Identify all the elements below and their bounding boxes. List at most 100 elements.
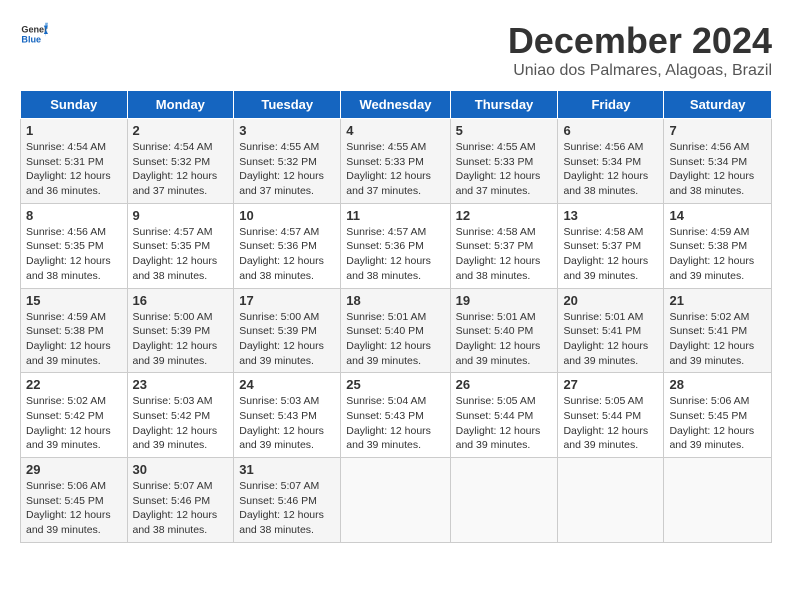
day-info: Sunrise: 4:57 AMSunset: 5:36 PMDaylight:… bbox=[346, 225, 444, 284]
day-info: Sunrise: 4:56 AMSunset: 5:34 PMDaylight:… bbox=[669, 140, 766, 199]
calendar-cell: 8 Sunrise: 4:56 AMSunset: 5:35 PMDaylight… bbox=[21, 203, 128, 288]
calendar-cell: 24 Sunrise: 5:03 AMSunset: 5:43 PMDayligh… bbox=[234, 373, 341, 458]
calendar-cell: 23Sunrise: 5:03 AMSunset: 5:42 PMDayligh… bbox=[127, 373, 234, 458]
calendar-cell: 25Sunrise: 5:04 AMSunset: 5:43 PMDayligh… bbox=[341, 373, 450, 458]
day-info: Sunrise: 4:59 AMSunset: 5:38 PMDaylight:… bbox=[26, 310, 122, 369]
day-number: 11 bbox=[346, 208, 444, 223]
day-number: 27 bbox=[563, 377, 658, 392]
calendar-cell: 16 Sunrise: 5:00 AMSunset: 5:39 PMDayligh… bbox=[127, 288, 234, 373]
logo: General Blue bbox=[20, 20, 48, 48]
calendar-cell: 28 Sunrise: 5:06 AMSunset: 5:45 PMDayligh… bbox=[664, 373, 772, 458]
calendar-cell: 29 Sunrise: 5:06 AMSunset: 5:45 PMDayligh… bbox=[21, 458, 128, 543]
calendar-cell: 15 Sunrise: 4:59 AMSunset: 5:38 PMDayligh… bbox=[21, 288, 128, 373]
day-info: Sunrise: 5:07 AMSunset: 5:46 PMDaylight:… bbox=[239, 479, 335, 538]
day-info: Sunrise: 4:56 AMSunset: 5:35 PMDaylight:… bbox=[26, 225, 122, 284]
day-info: Sunrise: 4:59 AMSunset: 5:38 PMDaylight:… bbox=[669, 225, 766, 284]
calendar-cell: 4 Sunrise: 4:55 AMSunset: 5:33 PMDaylight… bbox=[341, 119, 450, 204]
day-number: 29 bbox=[26, 462, 122, 477]
calendar-week-1: 1Sunrise: 4:54 AMSunset: 5:31 PMDaylight… bbox=[21, 119, 772, 204]
weekday-header-tuesday: Tuesday bbox=[234, 91, 341, 119]
calendar-cell: 17Sunrise: 5:00 AMSunset: 5:39 PMDayligh… bbox=[234, 288, 341, 373]
weekday-header-monday: Monday bbox=[127, 91, 234, 119]
day-info: Sunrise: 4:58 AMSunset: 5:37 PMDaylight:… bbox=[456, 225, 553, 284]
calendar-week-3: 15 Sunrise: 4:59 AMSunset: 5:38 PMDayligh… bbox=[21, 288, 772, 373]
calendar-cell: 7 Sunrise: 4:56 AMSunset: 5:34 PMDaylight… bbox=[664, 119, 772, 204]
day-info: Sunrise: 5:07 AMSunset: 5:46 PMDaylight:… bbox=[133, 479, 229, 538]
day-info: Sunrise: 4:55 AMSunset: 5:32 PMDaylight:… bbox=[239, 140, 335, 199]
day-number: 21 bbox=[669, 293, 766, 308]
day-info: Sunrise: 5:02 AMSunset: 5:41 PMDaylight:… bbox=[669, 310, 766, 369]
day-number: 16 bbox=[133, 293, 229, 308]
calendar-cell: 21 Sunrise: 5:02 AMSunset: 5:41 PMDayligh… bbox=[664, 288, 772, 373]
calendar-cell: 3Sunrise: 4:55 AMSunset: 5:32 PMDaylight… bbox=[234, 119, 341, 204]
day-number: 18 bbox=[346, 293, 444, 308]
header: General Blue December 2024 Uniao dos Pal… bbox=[20, 20, 772, 80]
calendar-cell: 27Sunrise: 5:05 AMSunset: 5:44 PMDayligh… bbox=[558, 373, 664, 458]
day-number: 15 bbox=[26, 293, 122, 308]
day-number: 6 bbox=[563, 123, 658, 138]
calendar-cell: 26Sunrise: 5:05 AMSunset: 5:44 PMDayligh… bbox=[450, 373, 558, 458]
day-info: Sunrise: 4:54 AMSunset: 5:31 PMDaylight:… bbox=[26, 140, 122, 199]
day-number: 20 bbox=[563, 293, 658, 308]
svg-text:Blue: Blue bbox=[21, 34, 41, 44]
day-info: Sunrise: 4:56 AMSunset: 5:34 PMDaylight:… bbox=[563, 140, 658, 199]
logo-icon: General Blue bbox=[20, 20, 48, 48]
day-number: 17 bbox=[239, 293, 335, 308]
day-info: Sunrise: 5:00 AMSunset: 5:39 PMDaylight:… bbox=[133, 310, 229, 369]
day-number: 24 bbox=[239, 377, 335, 392]
day-number: 22 bbox=[26, 377, 122, 392]
day-info: Sunrise: 5:03 AMSunset: 5:42 PMDaylight:… bbox=[133, 394, 229, 453]
calendar-cell: 9 Sunrise: 4:57 AMSunset: 5:35 PMDaylight… bbox=[127, 203, 234, 288]
calendar-cell: 6 Sunrise: 4:56 AMSunset: 5:34 PMDaylight… bbox=[558, 119, 664, 204]
weekday-header-friday: Friday bbox=[558, 91, 664, 119]
day-info: Sunrise: 5:03 AMSunset: 5:43 PMDaylight:… bbox=[239, 394, 335, 453]
calendar-cell: 20 Sunrise: 5:01 AMSunset: 5:41 PMDayligh… bbox=[558, 288, 664, 373]
day-info: Sunrise: 5:01 AMSunset: 5:40 PMDaylight:… bbox=[346, 310, 444, 369]
day-number: 5 bbox=[456, 123, 553, 138]
day-info: Sunrise: 5:02 AMSunset: 5:42 PMDaylight:… bbox=[26, 394, 122, 453]
day-info: Sunrise: 5:01 AMSunset: 5:41 PMDaylight:… bbox=[563, 310, 658, 369]
day-number: 9 bbox=[133, 208, 229, 223]
calendar-week-4: 22 Sunrise: 5:02 AMSunset: 5:42 PMDayligh… bbox=[21, 373, 772, 458]
day-number: 8 bbox=[26, 208, 122, 223]
calendar-cell: 5 Sunrise: 4:55 AMSunset: 5:33 PMDaylight… bbox=[450, 119, 558, 204]
day-number: 14 bbox=[669, 208, 766, 223]
calendar-cell bbox=[664, 458, 772, 543]
day-info: Sunrise: 5:06 AMSunset: 5:45 PMDaylight:… bbox=[26, 479, 122, 538]
day-info: Sunrise: 5:04 AMSunset: 5:43 PMDaylight:… bbox=[346, 394, 444, 453]
day-number: 10 bbox=[239, 208, 335, 223]
calendar-cell: 30Sunrise: 5:07 AMSunset: 5:46 PMDayligh… bbox=[127, 458, 234, 543]
weekday-header-sunday: Sunday bbox=[21, 91, 128, 119]
calendar-cell: 13 Sunrise: 4:58 AMSunset: 5:37 PMDayligh… bbox=[558, 203, 664, 288]
day-number: 7 bbox=[669, 123, 766, 138]
day-info: Sunrise: 4:57 AMSunset: 5:35 PMDaylight:… bbox=[133, 225, 229, 284]
day-info: Sunrise: 4:55 AMSunset: 5:33 PMDaylight:… bbox=[346, 140, 444, 199]
day-number: 12 bbox=[456, 208, 553, 223]
day-number: 13 bbox=[563, 208, 658, 223]
location-title: Uniao dos Palmares, Alagoas, Brazil bbox=[508, 62, 772, 80]
weekday-header-thursday: Thursday bbox=[450, 91, 558, 119]
day-number: 4 bbox=[346, 123, 444, 138]
day-number: 26 bbox=[456, 377, 553, 392]
calendar-cell: 31Sunrise: 5:07 AMSunset: 5:46 PMDayligh… bbox=[234, 458, 341, 543]
day-number: 28 bbox=[669, 377, 766, 392]
day-number: 19 bbox=[456, 293, 553, 308]
day-info: Sunrise: 4:58 AMSunset: 5:37 PMDaylight:… bbox=[563, 225, 658, 284]
day-info: Sunrise: 4:57 AMSunset: 5:36 PMDaylight:… bbox=[239, 225, 335, 284]
calendar-cell: 14 Sunrise: 4:59 AMSunset: 5:38 PMDayligh… bbox=[664, 203, 772, 288]
day-info: Sunrise: 5:06 AMSunset: 5:45 PMDaylight:… bbox=[669, 394, 766, 453]
day-number: 2 bbox=[133, 123, 229, 138]
calendar-cell: 2Sunrise: 4:54 AMSunset: 5:32 PMDaylight… bbox=[127, 119, 234, 204]
calendar-cell: 12 Sunrise: 4:58 AMSunset: 5:37 PMDayligh… bbox=[450, 203, 558, 288]
weekday-header-saturday: Saturday bbox=[664, 91, 772, 119]
weekday-header-wednesday: Wednesday bbox=[341, 91, 450, 119]
calendar-table: SundayMondayTuesdayWednesdayThursdayFrid… bbox=[20, 90, 772, 543]
weekday-header: SundayMondayTuesdayWednesdayThursdayFrid… bbox=[21, 91, 772, 119]
calendar-cell bbox=[558, 458, 664, 543]
calendar-body: 1Sunrise: 4:54 AMSunset: 5:31 PMDaylight… bbox=[21, 119, 772, 543]
calendar-cell: 11 Sunrise: 4:57 AMSunset: 5:36 PMDayligh… bbox=[341, 203, 450, 288]
svg-text:General: General bbox=[21, 25, 48, 35]
calendar-cell: 10 Sunrise: 4:57 AMSunset: 5:36 PMDayligh… bbox=[234, 203, 341, 288]
calendar-cell: 1Sunrise: 4:54 AMSunset: 5:31 PMDaylight… bbox=[21, 119, 128, 204]
day-info: Sunrise: 4:55 AMSunset: 5:33 PMDaylight:… bbox=[456, 140, 553, 199]
